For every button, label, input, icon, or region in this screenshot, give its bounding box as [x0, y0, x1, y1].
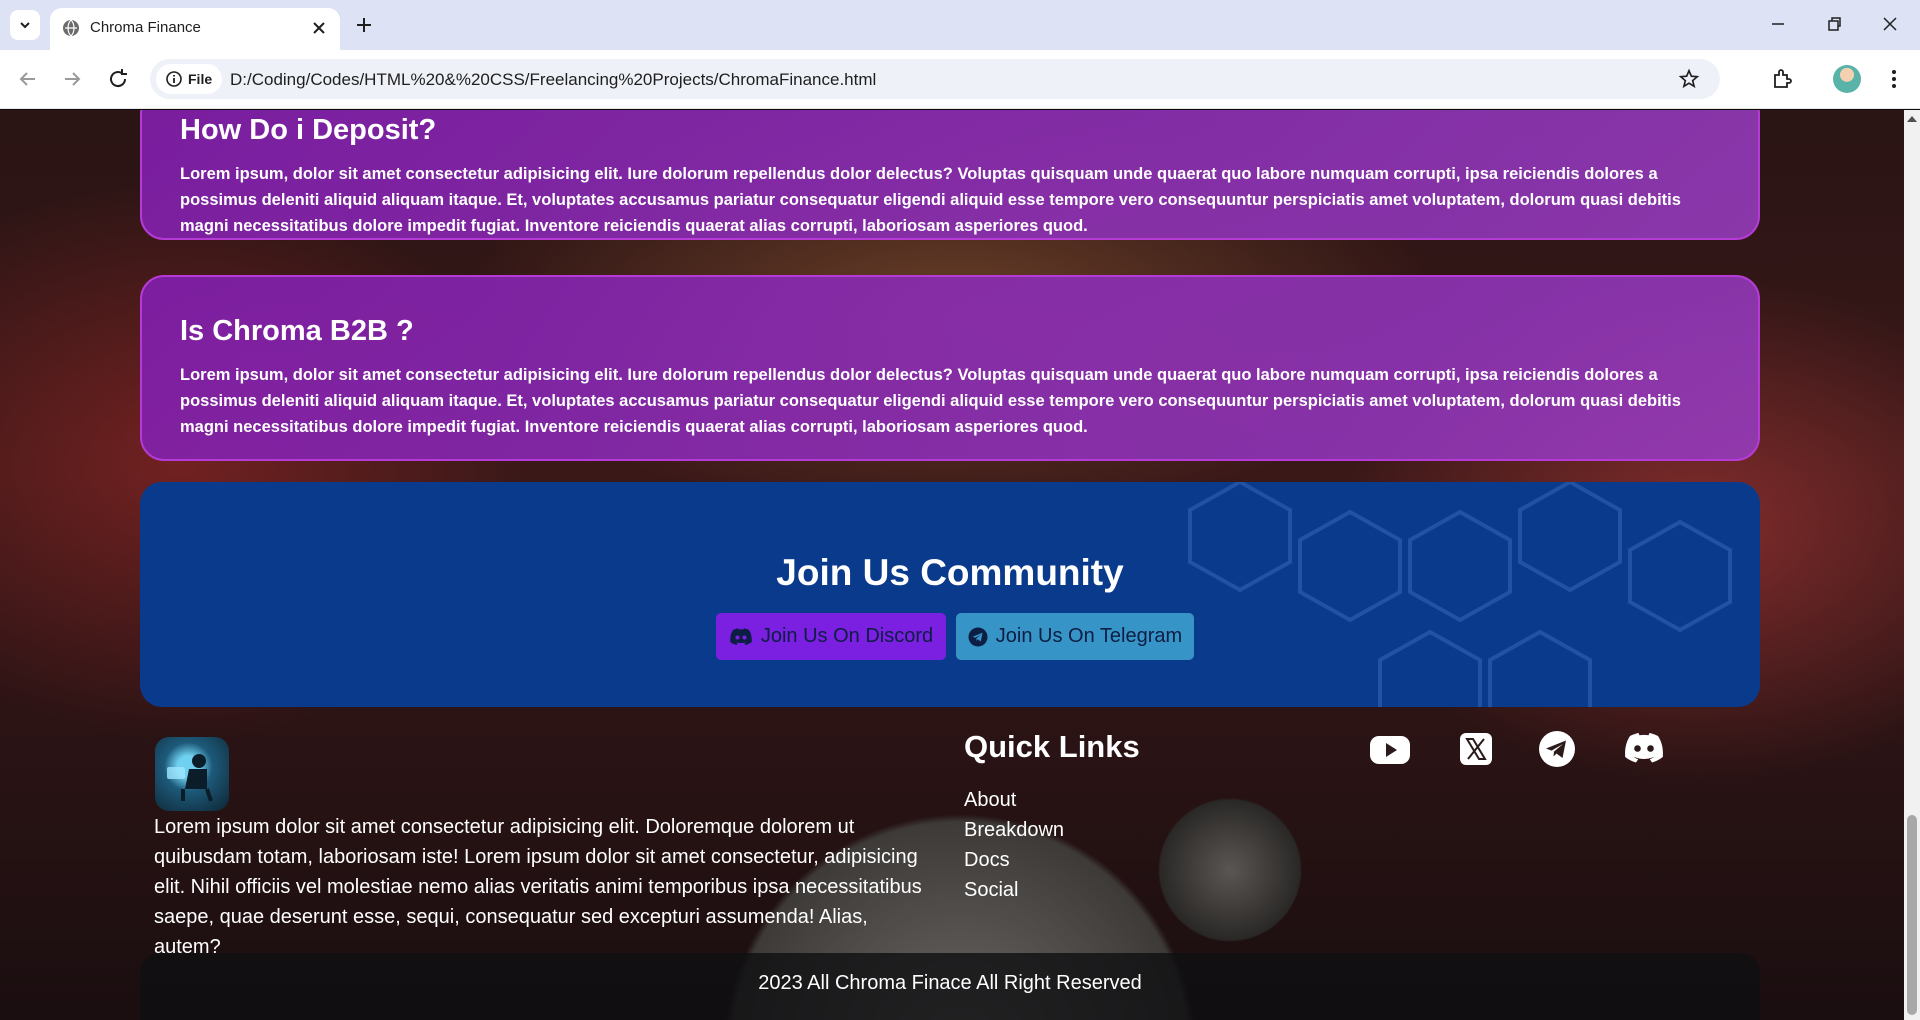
faq-question: How Do i Deposit? [180, 114, 437, 146]
tab-search-button[interactable] [10, 10, 40, 40]
restore-icon[interactable] [1822, 12, 1846, 36]
scroll-up-arrow-icon[interactable] [1907, 116, 1917, 122]
copyright-bar: 2023 All Chroma Finace All Right Reserve… [140, 953, 1760, 1020]
join-telegram-label: Join Us On Telegram [995, 625, 1183, 647]
faq-answer: Lorem ipsum, dolor sit amet consectetur … [180, 165, 1681, 235]
quick-link-social[interactable]: Social [964, 875, 1064, 905]
gamer-figure-icon [167, 754, 213, 802]
community-section: Join Us Community Join Us On Discord Joi… [140, 482, 1760, 707]
scrollbar-thumb[interactable] [1907, 815, 1917, 1015]
x-icon[interactable] [1454, 729, 1498, 769]
join-discord-button[interactable]: Join Us On Discord [716, 613, 946, 660]
globe-icon [63, 19, 79, 37]
discord-icon[interactable] [1622, 729, 1666, 769]
quick-links-list: About Breakdown Docs Social [964, 785, 1064, 905]
site-info-chip[interactable]: File [156, 64, 222, 94]
telegram-icon[interactable] [1535, 729, 1579, 769]
new-tab-icon[interactable] [352, 13, 376, 37]
more-menu-icon[interactable] [1882, 67, 1906, 91]
site-footer: Lorem ipsum dolor sit amet consectetur a… [0, 707, 1904, 958]
quick-link-breakdown[interactable]: Breakdown [964, 815, 1064, 845]
url-omnibox[interactable]: File D:/Coding/Codes/HTML%20&%20CSS/Free… [150, 59, 1720, 99]
site-chip-label: File [188, 71, 213, 87]
hexagon-pattern-decoration [1188, 482, 1732, 707]
profile-avatar[interactable] [1833, 65, 1861, 93]
tab-title: Chroma Finance [90, 19, 201, 36]
youtube-icon[interactable] [1368, 729, 1412, 769]
join-discord-label: Join Us On Discord [760, 625, 934, 647]
telegram-icon [968, 627, 988, 646]
chroma-logo[interactable] [155, 737, 229, 811]
page-viewport: How Do i Deposit? Lorem ipsum, dolor sit… [0, 110, 1904, 1020]
info-icon [166, 71, 182, 87]
faq-card-b2b[interactable]: Is Chroma B2B ? Lorem ipsum, dolor sit a… [140, 275, 1760, 461]
forward-icon[interactable] [60, 67, 84, 91]
browser-tab-bar: Chroma Finance [0, 0, 1920, 50]
chevron-down-icon [20, 22, 30, 29]
faq-question: Is Chroma B2B ? [180, 315, 414, 347]
url-text[interactable]: D:/Coding/Codes/HTML%20&%20CSS/Freelanci… [230, 70, 876, 90]
bookmark-star-icon[interactable] [1678, 68, 1700, 90]
faq-card-deposit[interactable]: How Do i Deposit? Lorem ipsum, dolor sit… [140, 110, 1760, 240]
quick-link-docs[interactable]: Docs [964, 845, 1064, 875]
quick-link-about[interactable]: About [964, 785, 1064, 815]
address-bar: File D:/Coding/Codes/HTML%20&%20CSS/Free… [0, 50, 1920, 109]
discord-icon [730, 627, 752, 645]
footer-description: Lorem ipsum dolor sit amet consectetur a… [154, 816, 922, 958]
back-icon[interactable] [16, 67, 40, 91]
quick-links-title: Quick Links [964, 729, 1140, 764]
community-title: Join Us Community [776, 552, 1124, 593]
extensions-icon[interactable] [1770, 67, 1794, 91]
minimize-icon[interactable] [1766, 12, 1790, 36]
join-telegram-button[interactable]: Join Us On Telegram [956, 613, 1194, 660]
reload-icon[interactable] [106, 67, 130, 91]
copyright-text: 2023 All Chroma Finace All Right Reserve… [758, 972, 1142, 994]
active-tab[interactable]: Chroma Finance [50, 8, 340, 50]
faq-answer: Lorem ipsum, dolor sit amet consectetur … [180, 366, 1681, 436]
close-tab-icon[interactable] [310, 19, 328, 37]
close-window-icon[interactable] [1878, 12, 1902, 36]
